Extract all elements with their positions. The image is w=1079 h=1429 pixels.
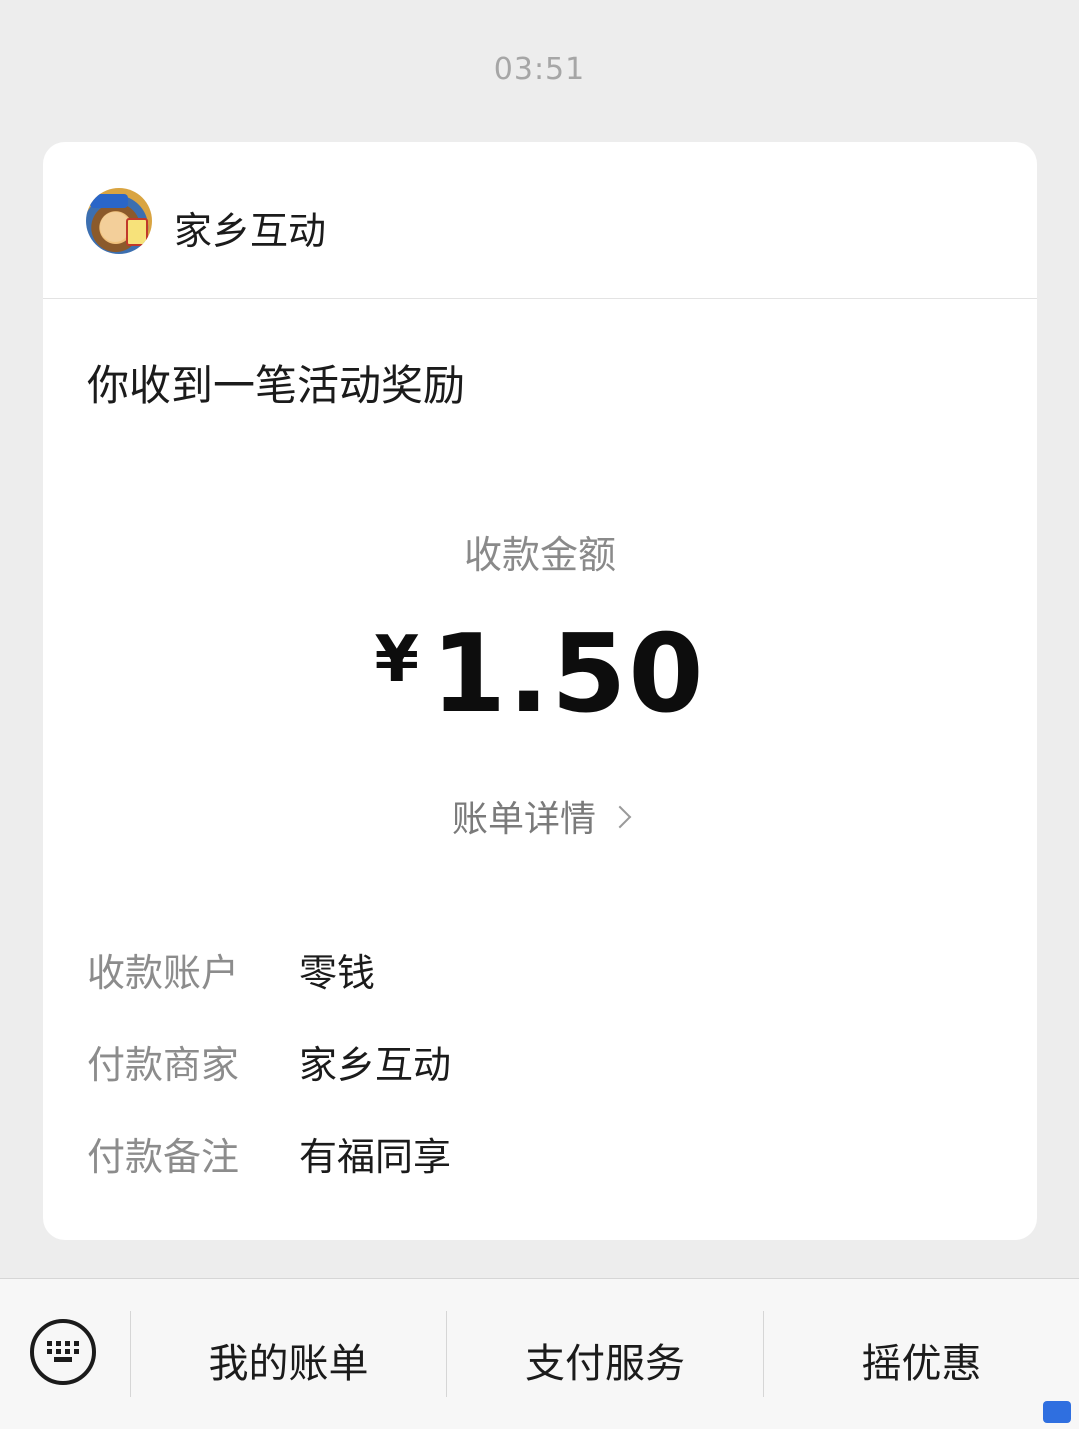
message-timestamp: 03:51 xyxy=(493,52,586,87)
amount-display: ¥1.50 xyxy=(43,612,1037,737)
payment-notification-card[interactable]: 家乡互动 你收到一笔活动奖励 收款金额 ¥1.50 账单详情 收款账户 零钱 付… xyxy=(43,142,1037,1240)
menu-payment-services[interactable]: 支付服务 xyxy=(447,1331,763,1389)
info-key: 付款备注 xyxy=(87,1135,240,1179)
currency-symbol: ¥ xyxy=(374,623,420,697)
bill-detail-label: 账单详情 xyxy=(451,799,596,840)
info-row-merchant: 付款商家 家乡互动 xyxy=(87,1034,987,1087)
info-value: 家乡互动 xyxy=(299,1043,452,1087)
info-key: 付款商家 xyxy=(87,1043,240,1087)
bill-detail-link[interactable]: 账单详情 xyxy=(43,790,1037,842)
chevron-right-icon xyxy=(608,805,632,829)
merchant-avatar[interactable] xyxy=(86,188,152,254)
card-header[interactable]: 家乡互动 xyxy=(43,142,1037,299)
info-row-account: 收款账户 零钱 xyxy=(87,942,987,995)
info-key: 收款账户 xyxy=(87,951,240,995)
avatar-badge xyxy=(90,194,128,208)
notification-title: 你收到一笔活动奖励 xyxy=(87,361,466,410)
avatar-card xyxy=(126,218,148,246)
keyboard-icon[interactable] xyxy=(30,1319,96,1385)
menu-my-bills[interactable]: 我的账单 xyxy=(131,1331,446,1389)
info-value: 零钱 xyxy=(299,951,376,995)
amount-value: 1.50 xyxy=(431,612,706,737)
merchant-name[interactable]: 家乡互动 xyxy=(174,200,326,255)
amount-label: 收款金额 xyxy=(463,533,616,577)
info-value: 有福同享 xyxy=(299,1135,452,1179)
bottom-menu-bar: 我的账单 支付服务 摇优惠 xyxy=(0,1278,1079,1429)
menu-shake-deals[interactable]: 摇优惠 xyxy=(764,1331,1079,1389)
corner-watermark-icon xyxy=(1043,1401,1071,1423)
keyboard-keys xyxy=(47,1341,79,1363)
info-row-remark: 付款备注 有福同享 xyxy=(87,1126,987,1179)
